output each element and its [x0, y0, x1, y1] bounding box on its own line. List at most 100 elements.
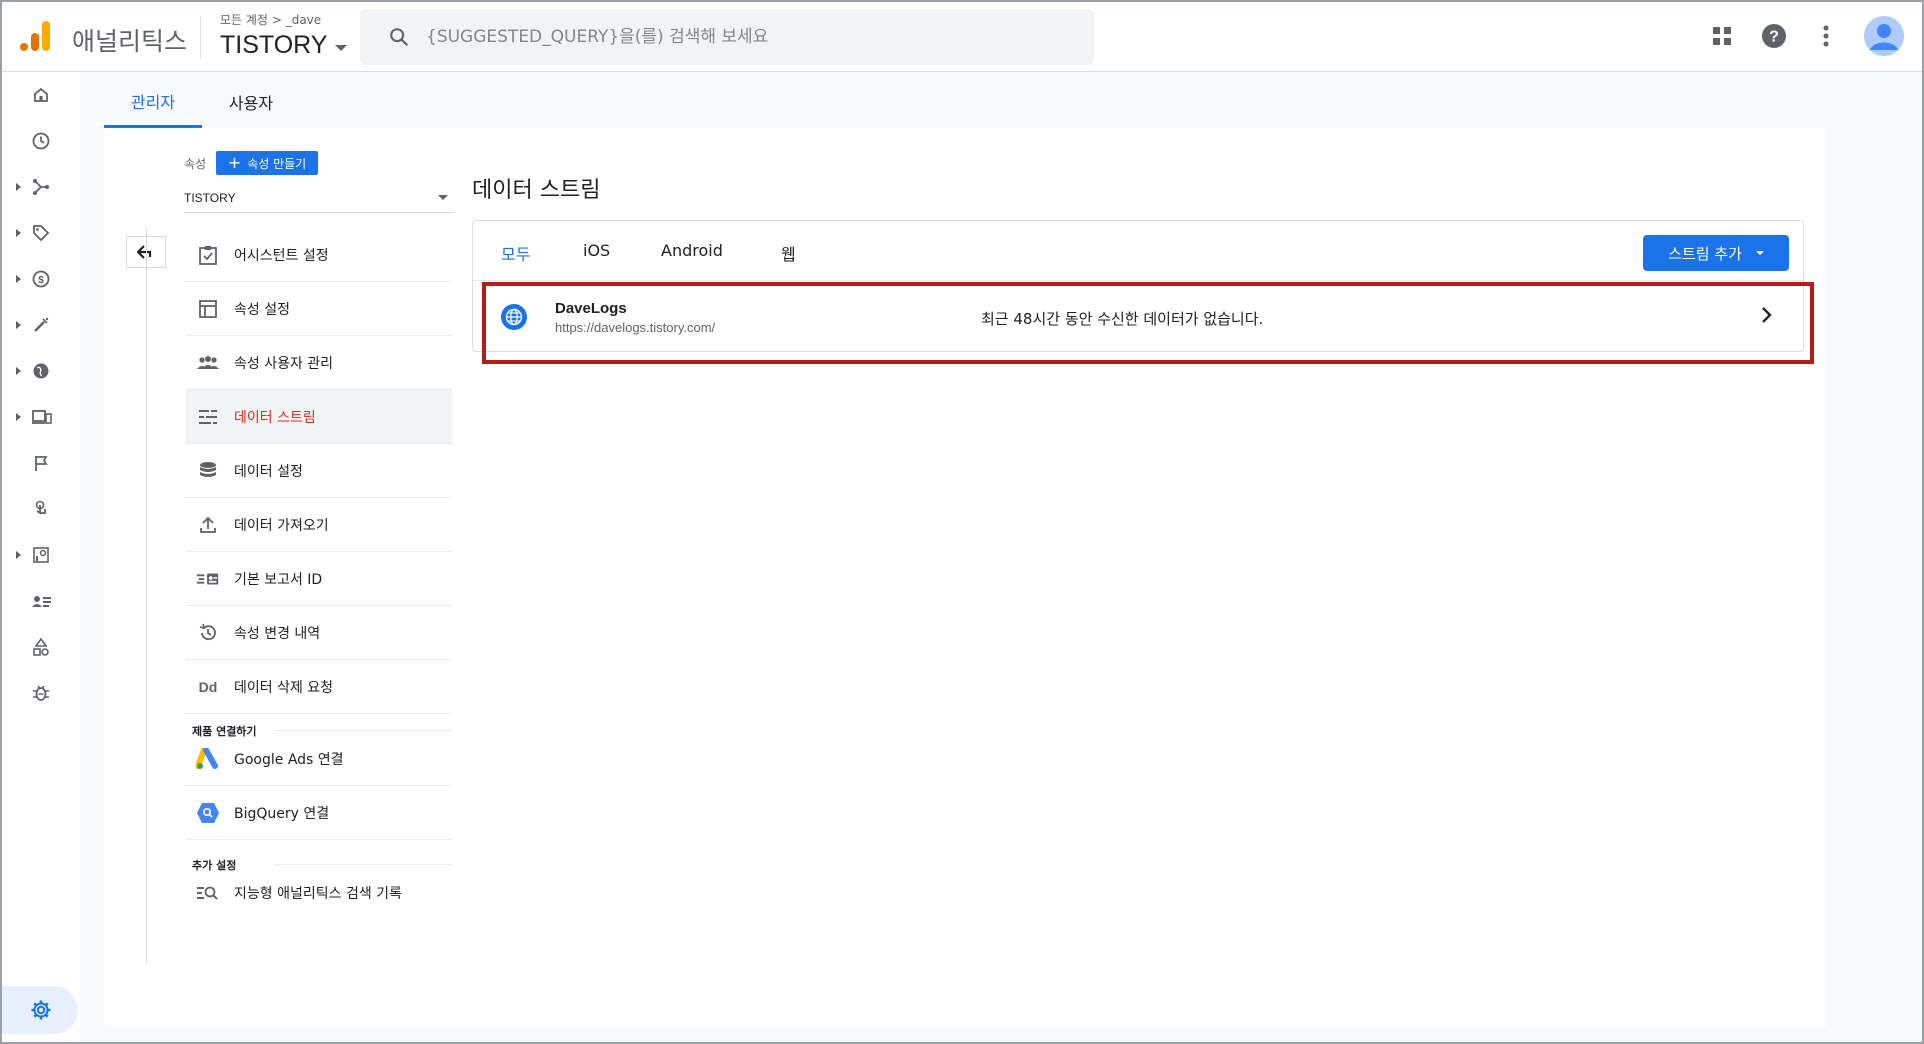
- rail-audiences[interactable]: [2, 584, 80, 618]
- rail-user[interactable]: [2, 170, 80, 204]
- menu-data-streams[interactable]: 데이터 스트림: [186, 390, 452, 444]
- audience-icon: [32, 596, 51, 607]
- tab-ios[interactable]: iOS: [583, 241, 610, 260]
- rail-debug[interactable]: [2, 676, 80, 710]
- search-input[interactable]: [426, 27, 1026, 47]
- crumb-all-accounts: 모든 계정: [220, 13, 268, 27]
- shapes-icon: [33, 638, 49, 656]
- avatar[interactable]: [1864, 16, 1904, 56]
- tag-icon: [33, 225, 50, 242]
- google-ads-icon: [196, 747, 220, 771]
- more-vert-icon[interactable]: [1812, 22, 1840, 50]
- stream-url: https://davelogs.tistory.com/: [555, 320, 716, 335]
- svg-text:?: ?: [1769, 29, 1779, 46]
- tab-web[interactable]: 웹: [781, 241, 796, 265]
- add-stream-button[interactable]: 스트림 추가: [1643, 235, 1789, 271]
- create-property-button[interactable]: + 속성 만들기: [216, 151, 318, 175]
- crumb-separator: >: [271, 13, 282, 27]
- bug-icon: [33, 685, 49, 701]
- menu-assistant-setup[interactable]: 어시스턴트 설정: [186, 228, 452, 282]
- report-id-icon: [196, 567, 220, 591]
- add-stream-label: 스트림 추가: [1668, 244, 1742, 263]
- menu-label: 데이터 가져오기: [234, 517, 329, 534]
- rail-demographics[interactable]: [2, 354, 80, 388]
- page-title: 데이터 스트림: [472, 178, 601, 203]
- plus-icon: +: [227, 153, 242, 172]
- caret-down-icon: [438, 195, 448, 200]
- rail-tech[interactable]: [2, 400, 80, 434]
- create-property-label: 속성 만들기: [247, 156, 307, 171]
- property-selector-value: TISTORY: [184, 190, 236, 205]
- menu-data-deletion[interactable]: Dd 데이터 삭제 요청: [186, 660, 452, 714]
- menu-data-import[interactable]: 데이터 가져오기: [186, 498, 452, 552]
- tab-admin[interactable]: 관리자: [104, 76, 202, 128]
- tab-android[interactable]: Android: [661, 241, 723, 260]
- rail-events[interactable]: [2, 446, 80, 480]
- menu-label: 지능형 애널리틱스 검색 기록: [234, 886, 402, 902]
- rail-realtime[interactable]: [2, 124, 80, 158]
- chevron-right-icon: [1762, 307, 1772, 323]
- expand-arrow-icon: [16, 413, 21, 421]
- expand-arrow-icon: [16, 321, 21, 329]
- menu-change-history[interactable]: 속성 변경 내역: [186, 606, 452, 660]
- menu-reporting-identity[interactable]: 기본 보고서 ID: [186, 552, 452, 606]
- history-icon: [196, 621, 220, 645]
- menu-property-access[interactable]: 속성 사용자 관리: [186, 336, 452, 390]
- rail-acquisition[interactable]: [2, 216, 80, 250]
- divider: [274, 864, 452, 865]
- admin-tabs: 관리자 사용자: [104, 76, 300, 128]
- menu-bigquery-links[interactable]: BigQuery 연결: [186, 786, 452, 840]
- rail-admin[interactable]: [2, 986, 78, 1034]
- flow-icon: [33, 179, 49, 195]
- stream-row[interactable]: DaveLogs https://davelogs.tistory.com/ 최…: [473, 281, 1803, 351]
- rail-conversions[interactable]: [2, 492, 80, 526]
- menu-label: 데이터 스트림: [234, 409, 316, 426]
- stream-name: DaveLogs: [555, 300, 627, 317]
- rail-configure[interactable]: [2, 630, 80, 664]
- stream-status: 최근 48시간 동안 수신한 데이터가 없습니다.: [981, 310, 1264, 328]
- property-menu: 어시스턴트 설정 속성 설정 속성 사용자 관리 데이터 스트림 데이터 설정 …: [186, 228, 452, 714]
- streams-icon: [196, 405, 220, 429]
- menu-google-ads-links[interactable]: Google Ads 연결: [186, 732, 452, 786]
- rail-home[interactable]: [2, 78, 80, 112]
- account-picker[interactable]: 모든 계정 > _dave TISTORY: [220, 11, 348, 60]
- help-icon[interactable]: ?: [1760, 22, 1788, 50]
- analytics-logo-icon: [20, 21, 50, 51]
- menu-label: 어시스턴트 설정: [234, 247, 329, 264]
- property-column-label: 속성: [184, 157, 207, 171]
- expand-arrow-icon: [16, 275, 21, 283]
- home-icon: [34, 87, 48, 102]
- expand-arrow-icon: [16, 367, 21, 375]
- menu-property-settings[interactable]: 속성 설정: [186, 282, 452, 336]
- tab-users[interactable]: 사용자: [202, 76, 300, 128]
- gear-icon: [31, 1000, 51, 1020]
- rail-monetization[interactable]: $: [2, 262, 80, 296]
- crumb-account: _dave: [285, 13, 322, 27]
- top-bar: 애널리틱스 모든 계정 > _dave TISTORY ?: [2, 2, 1922, 72]
- search-bar[interactable]: [360, 9, 1094, 65]
- apps-grid-icon[interactable]: [1708, 22, 1736, 50]
- search-history-icon: [196, 881, 220, 905]
- expand-arrow-icon: [16, 183, 21, 191]
- menu-label: 속성 사용자 관리: [234, 355, 334, 372]
- layout-icon: [196, 297, 220, 321]
- divider: [274, 730, 452, 731]
- database-icon: [196, 459, 220, 483]
- rail-explore[interactable]: [2, 538, 80, 572]
- property-name[interactable]: TISTORY: [220, 31, 348, 60]
- menu-label: BigQuery 연결: [234, 805, 330, 822]
- expand-arrow-icon: [16, 551, 21, 559]
- more-menu: 지능형 애널리틱스 검색 기록: [186, 866, 452, 920]
- links-menu: Google Ads 연결 BigQuery 연결: [186, 732, 452, 840]
- top-icons: ?: [1708, 16, 1904, 56]
- rail-engagement[interactable]: [2, 308, 80, 342]
- expand-arrow-icon: [16, 229, 21, 237]
- menu-label: 데이터 설정: [234, 463, 303, 480]
- property-selector[interactable]: TISTORY: [184, 183, 454, 213]
- menu-search-history[interactable]: 지능형 애널리틱스 검색 기록: [186, 866, 452, 920]
- tab-all[interactable]: 모두: [501, 241, 530, 265]
- devices-icon: [32, 410, 52, 424]
- menu-data-settings[interactable]: 데이터 설정: [186, 444, 452, 498]
- admin-content: 속성 + 속성 만들기 TISTORY 어시스턴트 설정 속성 설정 속성 사용…: [104, 128, 1826, 1026]
- divider: [200, 16, 201, 58]
